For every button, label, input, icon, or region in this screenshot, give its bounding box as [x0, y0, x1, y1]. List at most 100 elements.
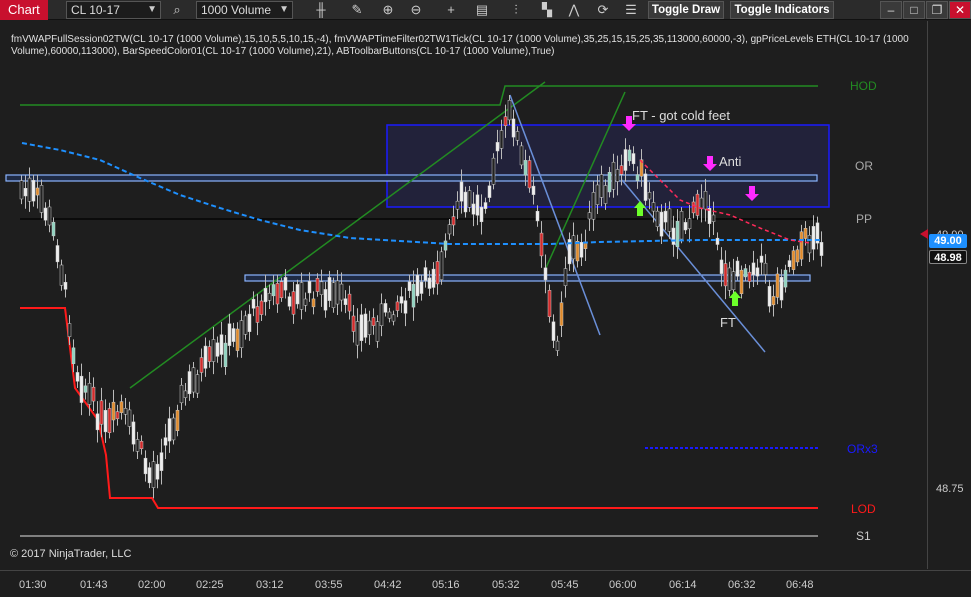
- candle-body: [51, 221, 56, 237]
- price-marker-icon: [920, 229, 928, 239]
- minimize-icon[interactable]: –: [880, 1, 902, 19]
- zoom-out-icon[interactable]: ⊖: [406, 1, 426, 19]
- interval-selector[interactable]: 1000 Volume ▼: [196, 1, 293, 19]
- indicator-list: fmVWAPFullSession02TW(CL 10-17 (1000 Vol…: [11, 34, 909, 57]
- bar-style-icon[interactable]: ╫: [311, 1, 331, 19]
- candle-body: [31, 180, 36, 202]
- candle-body: [783, 269, 788, 288]
- candle-body: [667, 208, 672, 232]
- candle-body: [487, 185, 492, 198]
- refresh-icon[interactable]: ⟳: [593, 1, 613, 19]
- candle-body: [563, 268, 568, 286]
- candle-body: [147, 467, 152, 484]
- candle-body: [483, 202, 488, 209]
- instrument-value: CL 10-17: [71, 3, 120, 17]
- candle-body: [691, 201, 696, 214]
- candle-body: [287, 296, 292, 307]
- restore-icon[interactable]: ❐: [926, 1, 948, 19]
- candle-body: [791, 250, 796, 270]
- candle-body: [239, 320, 244, 349]
- candle-body: [215, 342, 220, 357]
- last-price-tag: 48.98: [929, 250, 967, 264]
- annotation-anti: Anti: [719, 154, 742, 169]
- candle-body: [247, 313, 252, 332]
- candle-body: [787, 260, 792, 267]
- crosshair-icon[interactable]: +: [441, 1, 461, 19]
- candle-body: [135, 439, 140, 452]
- close-icon[interactable]: ✕: [949, 1, 971, 19]
- candle-body: [87, 383, 92, 405]
- candle-body: [611, 161, 616, 190]
- candle-body: [219, 334, 224, 355]
- candle-body: [95, 413, 100, 431]
- candle-body: [23, 188, 28, 197]
- candle-body: [475, 194, 480, 216]
- maximize-icon[interactable]: □: [903, 1, 925, 19]
- zoom-in-icon[interactable]: ⊕: [378, 1, 398, 19]
- candle-body: [175, 409, 180, 431]
- strategies-icon[interactable]: ▚: [537, 1, 557, 19]
- candle-body: [743, 268, 748, 278]
- candle-body: [807, 235, 812, 254]
- candle-body: [63, 282, 68, 290]
- candle-body: [183, 390, 188, 398]
- candle-body: [331, 282, 336, 308]
- properties-icon[interactable]: ☰: [621, 1, 641, 19]
- indicators-icon[interactable]: ⫶: [506, 1, 526, 19]
- candle-body: [355, 321, 360, 346]
- candle-body: [195, 374, 200, 394]
- candle-body: [127, 409, 132, 427]
- candle-body: [91, 386, 96, 402]
- candle-body: [531, 185, 536, 195]
- pencil-icon[interactable]: ✎: [347, 1, 367, 19]
- candle-body: [699, 197, 704, 209]
- candle-body: [119, 401, 124, 413]
- candle-body: [143, 457, 148, 475]
- hod-label: HOD: [850, 79, 877, 93]
- toggle-draw-button[interactable]: Toggle Draw: [648, 1, 724, 19]
- time-tick: 01:30: [19, 579, 47, 591]
- candle-body: [243, 315, 248, 335]
- candle-body: [207, 346, 212, 362]
- candle-body: [203, 345, 208, 369]
- candle-body: [771, 296, 776, 306]
- candle-body: [211, 339, 216, 362]
- time-tick: 02:25: [196, 579, 224, 591]
- candle-body: [683, 222, 688, 231]
- candle-body: [283, 277, 288, 291]
- candle-body: [191, 367, 196, 393]
- time-tick: 06:14: [669, 579, 697, 591]
- candle-body: [535, 211, 540, 222]
- candle-body: [275, 283, 280, 305]
- time-tick: 01:43: [80, 579, 108, 591]
- search-icon[interactable]: ⌕: [167, 1, 187, 19]
- candle-body: [259, 300, 264, 315]
- toggle-indicators-button[interactable]: Toggle Indicators: [730, 1, 834, 19]
- candle-body: [399, 296, 404, 304]
- candle-body: [723, 263, 728, 287]
- candle-body: [279, 281, 284, 299]
- time-tick: 06:32: [728, 579, 756, 591]
- interval-value: 1000 Volume: [201, 3, 272, 17]
- candle-body: [511, 118, 516, 138]
- annotation-ft: FT: [720, 315, 736, 330]
- candle-body: [799, 231, 804, 260]
- instrument-selector[interactable]: CL 10-17 ▼: [66, 1, 161, 19]
- candle-body: [235, 328, 240, 351]
- candle-body: [431, 268, 436, 288]
- chart-tab[interactable]: Chart: [0, 0, 48, 20]
- candle-body: [811, 226, 816, 250]
- drawing-tools-icon[interactable]: ⋀: [564, 1, 584, 19]
- candle-body: [19, 180, 24, 200]
- candle-body: [595, 184, 600, 205]
- price-chart-svg[interactable]: [0, 21, 928, 569]
- or-label: OR: [855, 159, 873, 173]
- candle-body: [703, 191, 708, 210]
- data-box-icon[interactable]: ▤: [472, 1, 492, 19]
- candle-body: [323, 289, 328, 311]
- candle-body: [75, 372, 80, 382]
- candle-body: [635, 174, 640, 181]
- candle-body: [255, 306, 260, 323]
- candle-body: [231, 328, 236, 342]
- candle-body: [479, 206, 484, 223]
